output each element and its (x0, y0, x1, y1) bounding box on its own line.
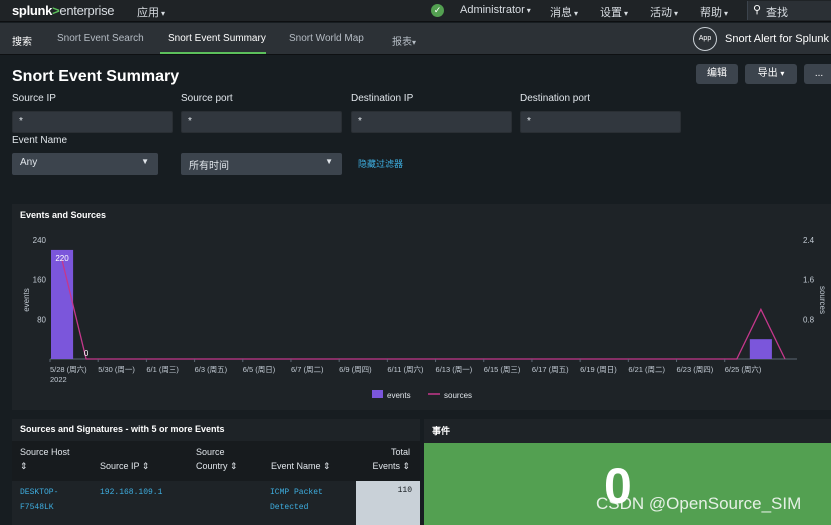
y2-tick-label: 0.8 (803, 315, 815, 324)
search-label: 查找 (766, 7, 788, 19)
app-nav-bar: 搜索 Snort Event Search Snort Event Summar… (0, 23, 831, 55)
sources-signatures-panel: Sources and Signatures - with 5 or more … (12, 419, 420, 525)
events-bar (749, 339, 772, 359)
events-sources-chart: 240 160 80 2.4 1.6 0.8 events sources 220 0 5/28 (… (22, 236, 827, 400)
tab-search[interactable]: 搜索 (12, 33, 32, 48)
legend-sources-label: sources (444, 391, 472, 400)
x-tick-label: 6/25 (周六) (725, 364, 762, 374)
splunk-logo[interactable]: splunk>enterprise (12, 3, 115, 18)
activity-menu[interactable]: 活动 ▾ (650, 4, 678, 20)
event-name-select[interactable]: Any ▼ (12, 153, 158, 175)
x-tick-label: 6/15 (周三) (484, 365, 521, 374)
x-tick-label: 6/5 (周日) (243, 365, 276, 374)
legend-events-swatch (372, 390, 383, 398)
tab-snort-event-search[interactable]: Snort Event Search (57, 33, 144, 44)
x-tick-label: 6/17 (周五) (532, 365, 569, 374)
col-source-ip[interactable]: Source IP ⇕ (100, 459, 180, 473)
events-panel-title: 事件 (432, 426, 451, 436)
tab-snort-event-summary[interactable]: Snort Event Summary (168, 33, 266, 44)
events-sources-panel: Events and Sources 240 160 80 2.4 1.6 0.8 even… (12, 204, 831, 410)
events-bar (51, 249, 74, 359)
data-label: 220 (55, 254, 69, 263)
col-source-country[interactable]: Source Country ⇕ (196, 445, 256, 473)
x-tick-label: 5/30 (周一) (98, 365, 135, 374)
app-name: Snort Alert for Splunk (725, 33, 829, 45)
y-tick-label: 240 (33, 236, 47, 245)
export-button[interactable]: 导出 ▾ (745, 64, 797, 84)
watermark: CSDN @OpenSource_SIM (596, 494, 802, 513)
x-tick-label: 6/1 (周三) (146, 365, 179, 374)
edit-button[interactable]: 编辑 (696, 64, 738, 84)
messages-menu[interactable]: 消息 ▾ (550, 4, 578, 20)
health-ok-icon[interactable]: ✓ (431, 4, 444, 17)
cell-source-host[interactable]: DESKTOP- F7548LK (20, 485, 58, 515)
table-header: Source Host ⇕ Source IP ⇕ Source Country … (12, 441, 420, 481)
x-tick-label: 6/9 (周四) (339, 365, 372, 374)
app-icon: App (693, 27, 717, 51)
tab-snort-world-map[interactable]: Snort World Map (289, 33, 364, 44)
event-name-label: Event Name (12, 135, 68, 146)
time-range-select[interactable]: 所有时间 ▼ (181, 153, 342, 175)
x-tick-label: 5/28 (周六) (50, 364, 87, 374)
y2-tick-label: 1.6 (803, 276, 815, 285)
settings-menu[interactable]: 设置 ▾ (600, 4, 628, 20)
user-menu[interactable]: Administrator ▾ (460, 4, 531, 16)
x-tick-label: 6/19 (周日) (580, 365, 617, 374)
x-tick-label: 2022 (50, 375, 67, 384)
y2-axis-title: sources (818, 286, 827, 314)
x-tick-label: 6/3 (周五) (195, 365, 228, 374)
y-tick-label: 80 (37, 315, 46, 324)
help-menu[interactable]: 帮助 ▾ (700, 4, 728, 20)
cell-source-ip[interactable]: 192.168.109.1 (100, 485, 162, 500)
page-title: Snort Event Summary (12, 68, 180, 85)
cell-event-name[interactable]: ICMP Packet Detected (270, 485, 323, 515)
apps-menu[interactable]: 应用 ▾ (137, 4, 165, 20)
search-icon: ⚲ (753, 4, 762, 16)
source-port-label: Source port (181, 93, 233, 104)
hide-filters-link[interactable]: 隐藏过滤器 (358, 157, 403, 170)
destination-ip-label: Destination IP (351, 93, 414, 104)
x-tick-label: 6/7 (周二) (291, 365, 324, 374)
source-ip-label: Source IP (12, 93, 56, 104)
sources-line (61, 259, 786, 360)
col-total-events[interactable]: Total Events ⇕ (364, 445, 410, 473)
x-tick-label: 6/11 (周六) (387, 364, 424, 374)
table-panel-title: Sources and Signatures - with 5 or more … (20, 424, 225, 434)
y-axis-title: events (22, 288, 31, 312)
data-label: 0 (84, 349, 89, 358)
more-button[interactable]: ... (804, 64, 831, 84)
legend-events-label: events (387, 391, 411, 400)
destination-ip-input[interactable]: * (351, 111, 512, 133)
tab-reports[interactable]: 报表▾ (392, 33, 416, 48)
global-search[interactable]: ⚲ 查找 (747, 1, 831, 20)
y2-tick-label: 2.4 (803, 236, 815, 245)
destination-port-input[interactable]: * (520, 111, 681, 133)
x-tick-label: 6/23 (周四) (677, 365, 714, 374)
source-ip-input[interactable]: * (12, 111, 173, 133)
y-tick-label: 160 (33, 276, 47, 285)
col-source-host[interactable]: Source Host ⇕ (20, 445, 90, 473)
destination-port-label: Destination port (520, 93, 591, 104)
x-tick-label: 6/21 (周二) (628, 365, 665, 374)
active-tab-indicator (160, 52, 266, 54)
x-tick-label: 6/13 (周一) (436, 365, 473, 374)
cell-total-events[interactable]: 110 (356, 481, 420, 525)
source-port-input[interactable]: * (181, 111, 342, 133)
splunk-top-bar: splunk>enterprise 应用 ▾ ✓ Administrator ▾ 消… (0, 0, 831, 22)
col-event-name[interactable]: Event Name ⇕ (271, 459, 351, 473)
